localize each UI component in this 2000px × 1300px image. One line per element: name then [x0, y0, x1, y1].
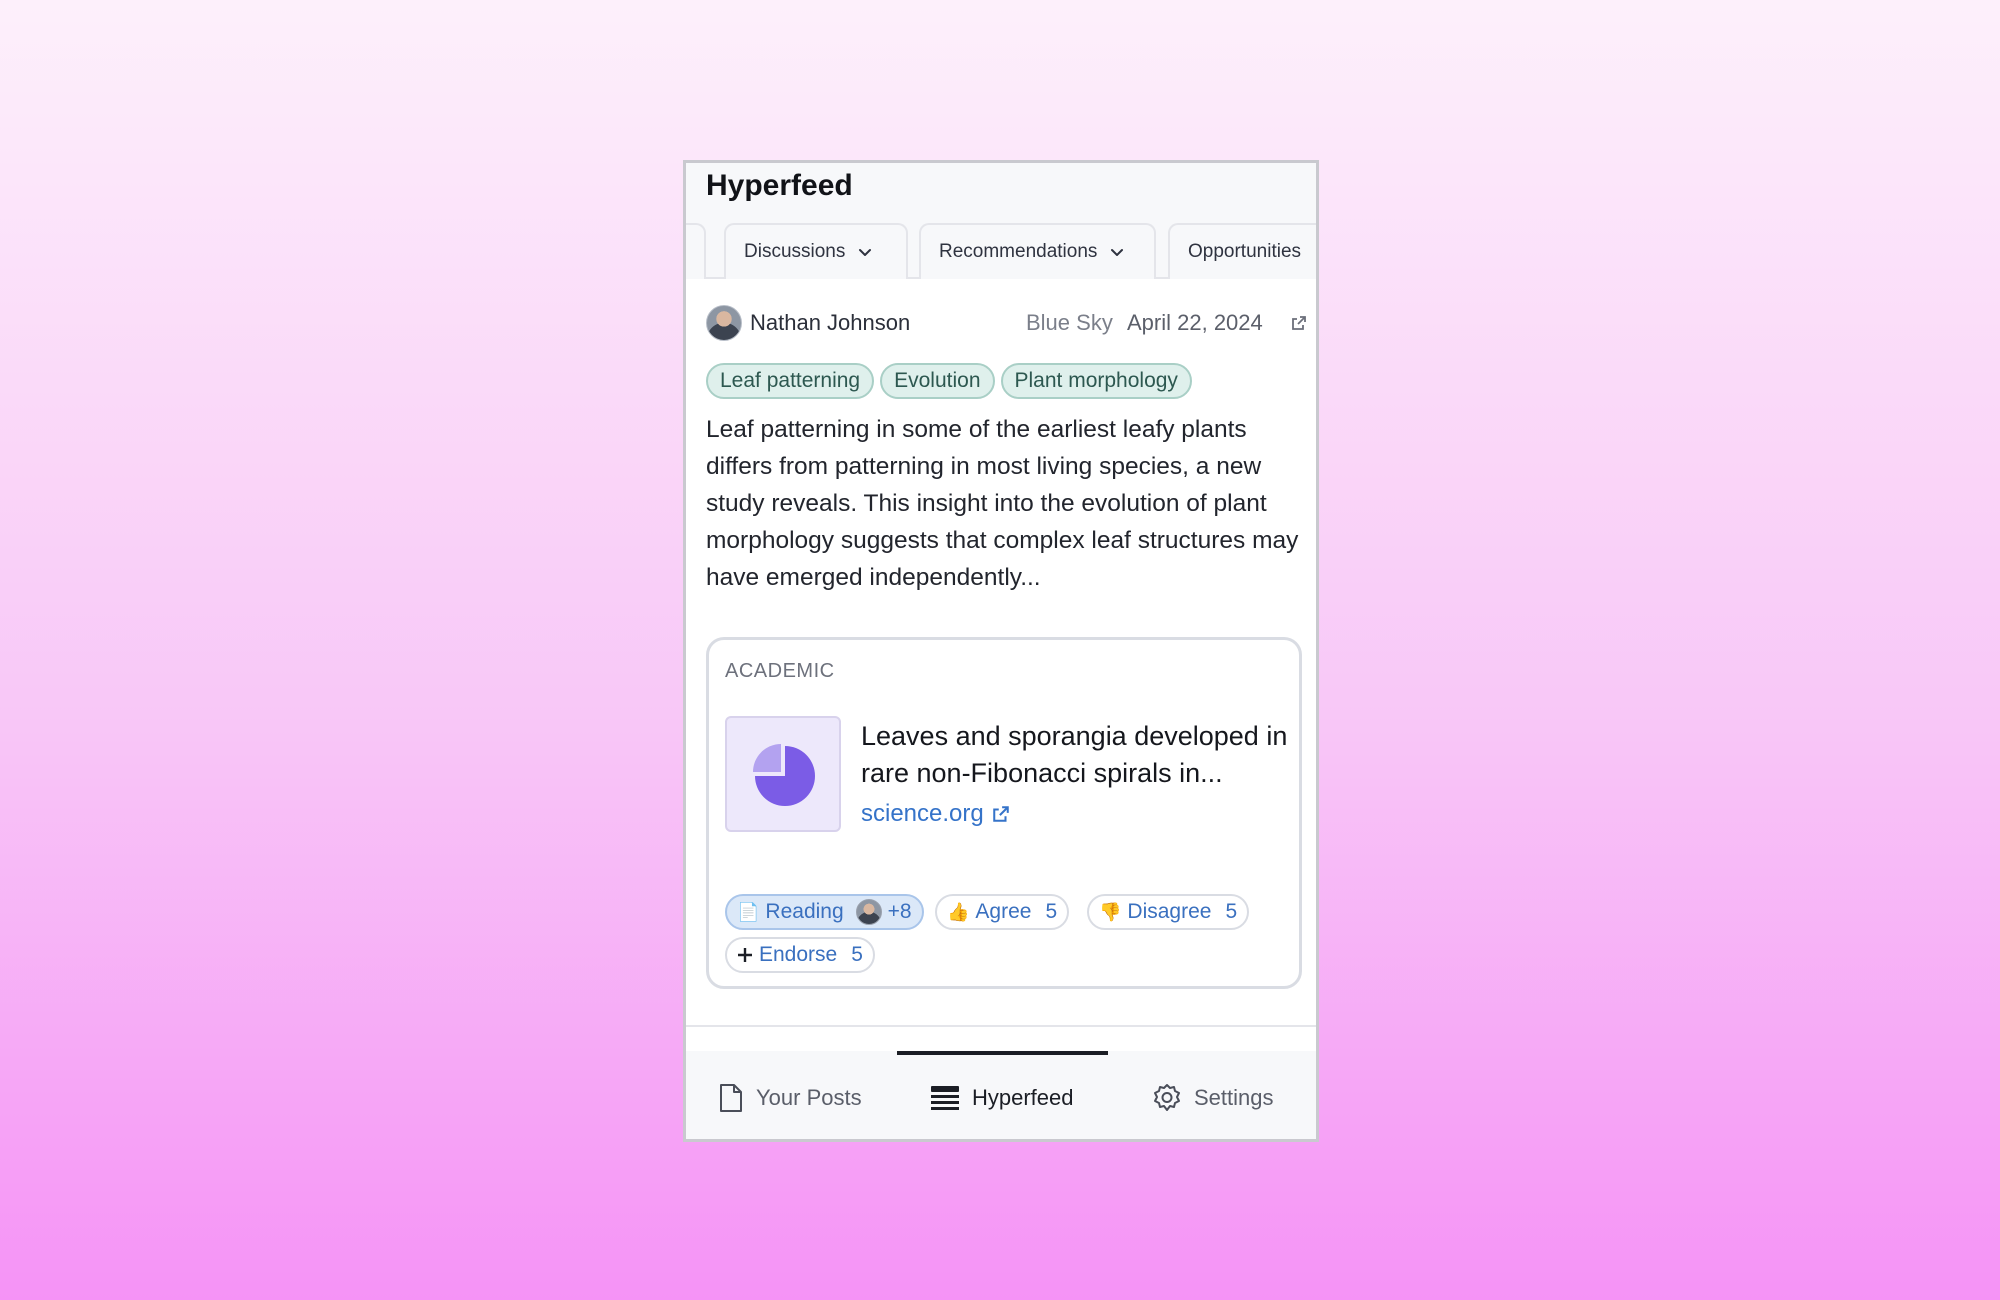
app-window: Hyperfeed Discussions Recommendations Op…	[683, 160, 1319, 1142]
external-link-icon	[992, 806, 1009, 822]
page-icon: 📄	[737, 901, 760, 922]
chevron-down-icon	[1111, 249, 1124, 256]
nav-label: Your Posts	[756, 1085, 862, 1110]
reaction-label: Reading	[765, 900, 844, 923]
nav-label: Hyperfeed	[972, 1085, 1074, 1110]
link-preview-card[interactable]: ACADEMIC Leaves and sporangia developed …	[706, 637, 1302, 989]
divider	[686, 1025, 1316, 1027]
reaction-extra: +8	[887, 900, 912, 923]
feed-tabs: Discussions Recommendations Opportunitie…	[686, 223, 1316, 279]
reaction-count: 5	[1045, 900, 1058, 923]
nav-hyperfeed[interactable]: Hyperfeed	[930, 1051, 1074, 1139]
card-category: ACADEMIC	[725, 660, 835, 682]
reaction-label: Endorse	[759, 943, 838, 966]
avatar[interactable]	[706, 305, 742, 341]
tab-label: Discussions	[744, 241, 846, 262]
reaction-label: Disagree	[1127, 900, 1212, 923]
tab-previous[interactable]	[686, 223, 706, 279]
reaction-count: 5	[851, 943, 863, 966]
tab-opportunities[interactable]: Opportunities	[1168, 223, 1316, 279]
nav-label: Settings	[1194, 1085, 1274, 1110]
nav-your-posts[interactable]: Your Posts	[718, 1051, 862, 1139]
feed-icon	[931, 1086, 959, 1110]
bottom-nav: Your Posts Hyperfeed Settings	[686, 1051, 1316, 1139]
tag-chip[interactable]: Plant morphology	[1000, 363, 1192, 399]
avatar	[855, 899, 882, 925]
endorse-button[interactable]: Endorse 5	[725, 937, 875, 973]
reaction-label: Agree	[975, 900, 1032, 923]
nav-settings[interactable]: Settings	[1152, 1051, 1274, 1139]
top-bar: Hyperfeed Discussions Recommendations Op…	[686, 163, 1316, 279]
post-body: Leaf patterning in some of the earliest …	[706, 416, 1299, 591]
tab-label: Opportunities	[1188, 241, 1302, 262]
card-link[interactable]: science.org	[861, 800, 1010, 828]
chevron-down-icon	[859, 249, 872, 256]
post-source: Blue Sky	[1026, 310, 1113, 335]
thumbs-up-icon: 👍	[947, 901, 970, 922]
post-header: Nathan Johnson Blue Sky April 22, 2024	[706, 303, 1306, 343]
document-icon	[720, 1084, 742, 1112]
tab-recommendations[interactable]: Recommendations	[919, 223, 1156, 279]
page-title: Hyperfeed	[706, 169, 853, 202]
tag-chip[interactable]: Leaf patterning	[706, 363, 875, 399]
pie-logo-icon	[753, 744, 815, 806]
tag-list: Leaf patterning Evolution Plant morpholo…	[706, 363, 1192, 399]
tab-label: Recommendations	[939, 241, 1098, 262]
disagree-button[interactable]: 👎 Disagree 5	[1087, 894, 1250, 930]
tab-discussions[interactable]: Discussions	[724, 223, 908, 279]
gear-icon	[1154, 1084, 1180, 1111]
agree-button[interactable]: 👍 Agree 5	[935, 894, 1070, 930]
reading-button[interactable]: 📄 Reading +8	[725, 894, 924, 930]
external-link-icon[interactable]	[1291, 315, 1307, 331]
card-thumbnail	[725, 716, 841, 832]
thumbs-down-icon: 👎	[1099, 901, 1122, 922]
plus-icon	[738, 948, 752, 962]
card-title[interactable]: Leaves and sporangia developed in rare n…	[861, 718, 1291, 792]
card-link-text: science.org	[861, 800, 984, 827]
reaction-count: 5	[1225, 900, 1238, 923]
post-date: April 22, 2024	[1127, 310, 1263, 335]
author-name[interactable]: Nathan Johnson	[750, 310, 910, 336]
tag-chip[interactable]: Evolution	[880, 363, 995, 399]
